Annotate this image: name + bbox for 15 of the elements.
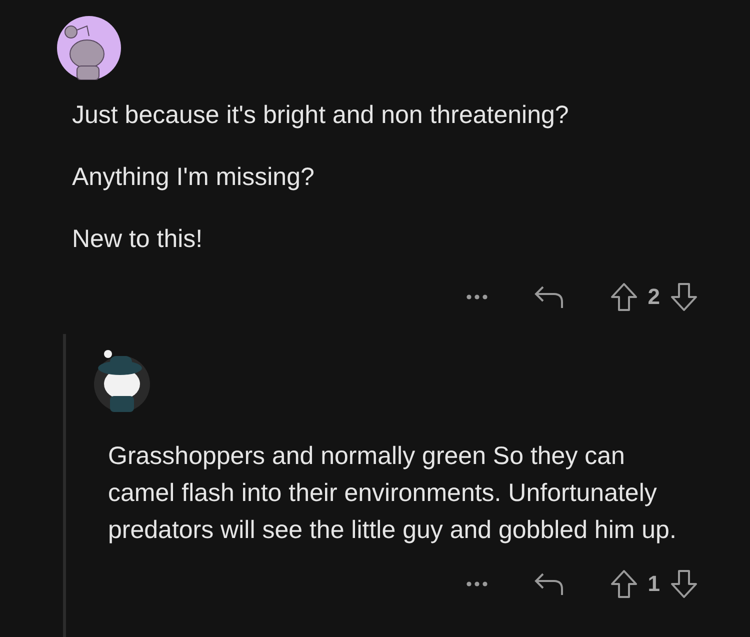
reply-icon[interactable] <box>534 571 564 597</box>
upvote-icon[interactable] <box>610 282 638 312</box>
upvote-icon[interactable] <box>610 569 638 599</box>
comment-text: Anything I'm missing? <box>72 162 316 192</box>
downvote-icon[interactable] <box>670 569 698 599</box>
avatar <box>57 16 121 80</box>
reply-icon[interactable] <box>534 284 564 310</box>
comment-text: Grasshoppers and normally green So they can camel flash into their environments. Unfortunately predators will see the little guy and gobbled him up. <box>108 441 678 546</box>
more-icon[interactable] <box>466 294 488 300</box>
comment-text: Just because it's bright and non threatening? <box>72 100 570 130</box>
more-icon[interactable] <box>466 581 488 587</box>
vote-count: 2 <box>648 284 660 310</box>
vote-count: 1 <box>648 571 660 597</box>
comment-text: New to this! <box>72 224 204 254</box>
downvote-icon[interactable] <box>670 282 698 312</box>
